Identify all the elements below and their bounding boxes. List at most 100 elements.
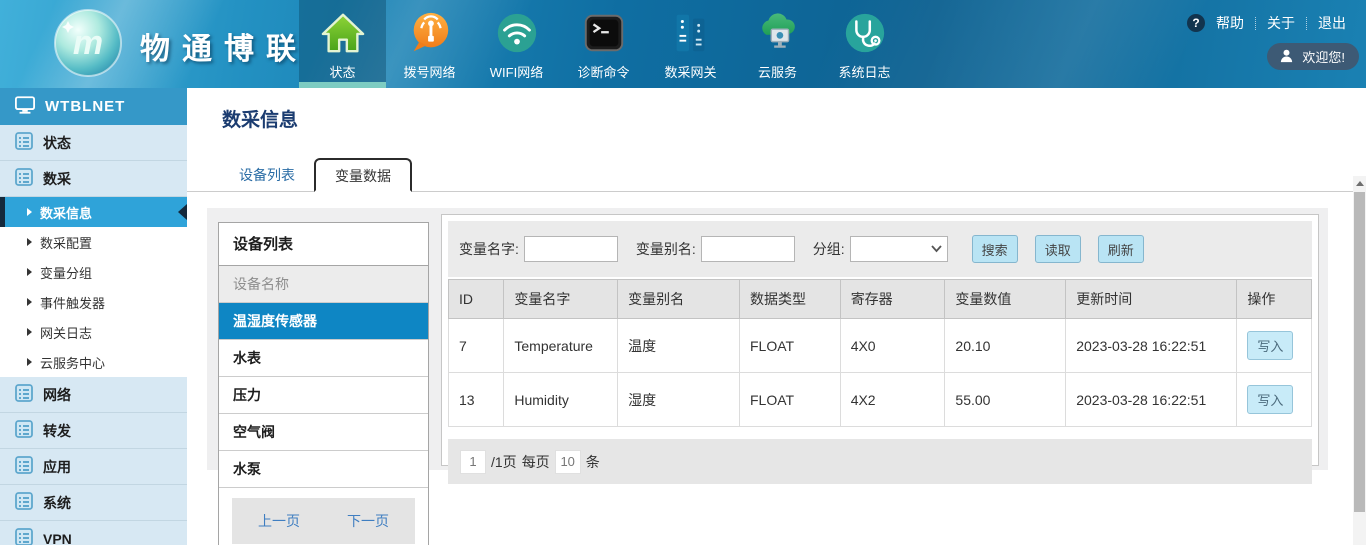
sidebar-item-label: 应用 — [43, 457, 71, 477]
page-total-text: /1页 — [491, 452, 517, 472]
sidebar: WTBLNET 状态 数采 数采信息 数采配置 变量分组 — [0, 88, 187, 545]
device-item-temp-humidity-sensor[interactable]: 温湿度传感器 — [219, 303, 428, 340]
sidebar-item-vpn[interactable]: VPN — [0, 521, 187, 545]
terminal-icon — [580, 9, 628, 57]
caret-right-icon — [27, 358, 32, 366]
top-header: m 物通博联 状态 — [0, 0, 1366, 88]
sidebar-device-title: WTBLNET — [0, 88, 187, 125]
sidebar-item-label: 转发 — [43, 421, 71, 441]
list-icon — [15, 384, 33, 405]
group-select[interactable] — [850, 236, 948, 262]
list-icon — [15, 420, 33, 441]
cell-alias: 湿度 — [618, 373, 740, 427]
svg-text:m: m — [73, 24, 103, 62]
device-column-header: 设备名称 — [219, 266, 428, 303]
device-item-water-pump[interactable]: 水泵 — [219, 451, 428, 488]
page-title: 数采信息 — [222, 105, 298, 132]
next-page-link[interactable]: 下一页 — [347, 511, 389, 531]
cell-type: FLOAT — [740, 373, 841, 427]
read-button[interactable]: 读取 — [1035, 235, 1081, 263]
nav-label: WIFI网络 — [490, 62, 543, 81]
col-variable-alias: 变量别名 — [618, 280, 740, 319]
wifi-icon — [493, 9, 541, 57]
device-list-panel: 设备列表 设备名称 温湿度传感器 水表 压力 空气阀 水泵 上一页 下一页 — [218, 222, 429, 545]
nav-item-status[interactable]: 状态 — [299, 0, 386, 88]
table-row: 13 Humidity 湿度 FLOAT 4X2 55.00 2023-03-2… — [449, 373, 1312, 427]
per-page-input[interactable]: 10 — [555, 450, 581, 474]
sidebar-item-label: 数采 — [43, 169, 71, 189]
nav-item-diagnostic-command[interactable]: 诊断命令 — [560, 0, 647, 88]
nav-item-wifi-network[interactable]: WIFI网络 — [473, 0, 560, 88]
submenu-item-cloud-center[interactable]: 云服务中心 — [0, 347, 187, 377]
scrollbar-thumb[interactable] — [1354, 192, 1365, 512]
globe-logo-icon: m — [52, 7, 124, 84]
device-item-water-meter[interactable]: 水表 — [219, 340, 428, 377]
caret-right-icon — [27, 298, 32, 306]
sidebar-item-forwarding[interactable]: 转发 — [0, 413, 187, 449]
device-item-air-valve[interactable]: 空气阀 — [219, 414, 428, 451]
nav-label: 云服务 — [758, 62, 797, 81]
submenu-item-data-info[interactable]: 数采信息 — [0, 197, 187, 227]
tab-variable-data[interactable]: 变量数据 — [314, 158, 412, 192]
caret-right-icon — [27, 328, 32, 336]
variable-alias-label: 变量别名: — [636, 239, 696, 259]
prev-page-link[interactable]: 上一页 — [258, 511, 300, 531]
list-icon — [15, 456, 33, 477]
main-content: 数采信息 设备列表 变量数据 设备列表 设备名称 温湿度传感器 水表 压力 空气… — [187, 88, 1366, 545]
submenu-label: 网关日志 — [40, 323, 92, 342]
list-icon — [15, 528, 33, 545]
search-button[interactable]: 搜索 — [972, 235, 1018, 263]
variable-data-panel: 变量名字: 变量别名: 分组: 搜索 读取 刷新 — [441, 214, 1319, 466]
nav-label: 诊断命令 — [577, 62, 629, 81]
table-pagination: 1 /1页 每页 10 条 — [448, 439, 1312, 484]
device-item-pressure[interactable]: 压力 — [219, 377, 428, 414]
device-panel-title: 设备列表 — [219, 223, 428, 266]
variable-name-label: 变量名字: — [459, 239, 519, 259]
write-button[interactable]: 写入 — [1247, 385, 1293, 414]
page-number-input[interactable]: 1 — [460, 450, 486, 474]
variable-name-input[interactable] — [524, 236, 618, 262]
nav-item-dialup-network[interactable]: 拨号网络 — [386, 0, 473, 88]
sidebar-item-label: 状态 — [43, 133, 71, 153]
group-label: 分组: — [813, 239, 845, 259]
submenu-item-gateway-log[interactable]: 网关日志 — [0, 317, 187, 347]
sidebar-item-label: VPN — [43, 531, 72, 545]
user-icon — [1279, 48, 1294, 66]
cell-register: 4X0 — [840, 319, 945, 373]
list-icon — [15, 492, 33, 513]
sidebar-item-data-collection[interactable]: 数采 — [0, 161, 187, 197]
submenu-label: 事件触发器 — [40, 293, 105, 312]
main-nav: 状态 拨号网络 — [299, 0, 908, 88]
submenu-item-variable-group[interactable]: 变量分组 — [0, 257, 187, 287]
sidebar-item-label: 网络 — [43, 385, 71, 405]
cell-name: Humidity — [504, 373, 618, 427]
caret-right-icon — [27, 208, 32, 216]
help-question-icon[interactable]: ? — [1187, 14, 1205, 32]
sidebar-item-status[interactable]: 状态 — [0, 125, 187, 161]
sidebar-item-system[interactable]: 系统 — [0, 485, 187, 521]
refresh-button[interactable]: 刷新 — [1098, 235, 1144, 263]
triangle-up-icon — [1356, 181, 1364, 186]
tab-device-list[interactable]: 设备列表 — [220, 160, 314, 191]
filter-bar: 变量名字: 变量别名: 分组: 搜索 读取 刷新 — [448, 221, 1312, 277]
variable-alias-input[interactable] — [701, 236, 795, 262]
nav-label: 拨号网络 — [403, 62, 455, 81]
nav-item-data-gateway[interactable]: 数采网关 — [647, 0, 734, 88]
nav-item-cloud-service[interactable]: 云服务 — [734, 0, 821, 88]
sidebar-item-application[interactable]: 应用 — [0, 449, 187, 485]
write-button[interactable]: 写入 — [1247, 331, 1293, 360]
welcome-text: 欢迎您! — [1302, 47, 1345, 66]
logout-link[interactable]: 退出 — [1318, 13, 1346, 33]
help-link[interactable]: 帮助 — [1216, 13, 1244, 33]
sidebar-item-network[interactable]: 网络 — [0, 377, 187, 413]
vertical-scrollbar[interactable] — [1353, 176, 1366, 545]
table-row: 7 Temperature 温度 FLOAT 4X0 20.10 2023-03… — [449, 319, 1312, 373]
submenu-item-data-config[interactable]: 数采配置 — [0, 227, 187, 257]
cell-name: Temperature — [504, 319, 618, 373]
scroll-up-arrow[interactable] — [1353, 176, 1366, 191]
nav-item-system-log[interactable]: 系统日志 — [821, 0, 908, 88]
about-link[interactable]: 关于 — [1267, 13, 1295, 33]
variables-table: ID 变量名字 变量别名 数据类型 寄存器 变量数值 更新时间 操作 7 Tem… — [448, 279, 1312, 427]
unit-label: 条 — [586, 452, 600, 472]
submenu-item-event-trigger[interactable]: 事件触发器 — [0, 287, 187, 317]
